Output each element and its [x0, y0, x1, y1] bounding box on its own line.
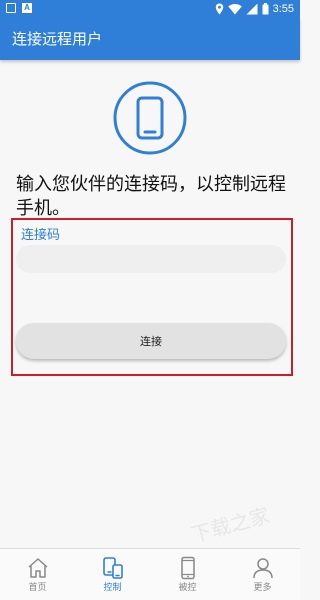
person-icon: [252, 558, 273, 579]
status-left-icons: A: [6, 3, 32, 13]
location-icon: [215, 3, 223, 15]
page-title: 连接远程用户: [12, 30, 103, 48]
nav-item-home[interactable]: 首页: [0, 549, 75, 600]
status-bar: A 3:55: [0, 0, 300, 18]
a-notification-icon: A: [22, 3, 32, 13]
nav-item-controlled[interactable]: 被控: [150, 549, 225, 600]
watermark: 下载之家: [188, 503, 273, 547]
wifi-icon: [227, 4, 242, 15]
phone-icon: [180, 556, 195, 580]
status-right-icons: 3:55: [215, 2, 294, 16]
nav-label-more: 更多: [253, 583, 272, 593]
connection-code-input[interactable]: [16, 245, 286, 273]
nav-item-control[interactable]: 控制: [75, 549, 150, 600]
phone-icon: [113, 81, 187, 155]
devices-icon: [102, 557, 123, 579]
nav-label-controlled: 被控: [178, 583, 197, 593]
signal-icon: [246, 3, 258, 15]
app-bar: 连接远程用户: [0, 18, 300, 60]
battery-icon: [262, 3, 269, 15]
connection-code-label: 连接码: [21, 228, 61, 243]
connect-button[interactable]: 连接: [16, 323, 286, 359]
nav-label-home: 首页: [28, 583, 47, 593]
instruction-headline: 输入您伙伴的连接码，以控制远程手机。: [16, 174, 286, 219]
connect-panel: 连接码 连接: [11, 218, 293, 376]
home-icon: [28, 558, 47, 578]
nav-label-control: 控制: [103, 583, 122, 593]
keyboard-icon: [6, 3, 16, 13]
status-time: 3:55: [272, 3, 294, 15]
bottom-nav: 首页 控制 被控 更多: [0, 548, 300, 600]
nav-item-more[interactable]: 更多: [225, 549, 300, 600]
